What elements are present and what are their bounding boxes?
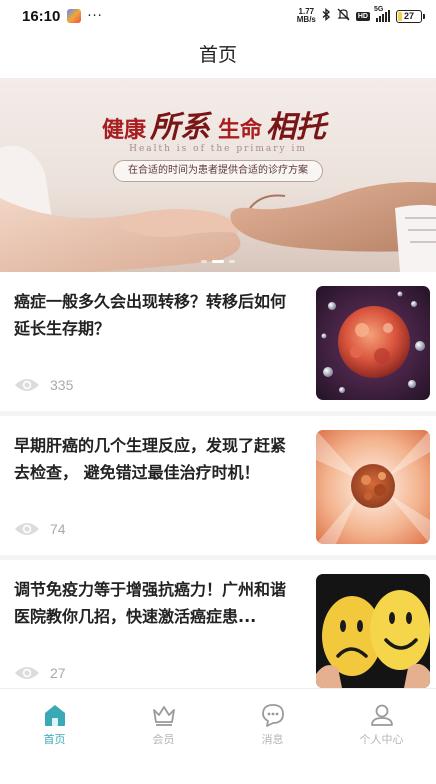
chat-bubble-icon	[261, 704, 284, 727]
mute-icon	[337, 8, 350, 24]
status-bar: 16:10 ··· 1.77 MB/s HD 5G 27	[0, 0, 436, 32]
carousel-indicator	[0, 260, 436, 263]
signal-5g-icon: 5G	[374, 6, 390, 22]
banner-carousel[interactable]: 健康 所系 生命 相托 Health is of the primary im 在合适…	[0, 78, 436, 272]
eye-icon	[15, 523, 39, 535]
battery-icon: 27	[396, 9, 425, 23]
eye-icon	[15, 379, 39, 391]
carousel-dot	[229, 260, 235, 263]
article-item[interactable]: 癌症一般多久会出现转移？转移后如何延长生存期？ 335	[0, 272, 436, 416]
tab-home[interactable]: 首页	[0, 689, 109, 784]
article-title: 调节免疫力等于增强抗癌力！广州和谐医院教你几招，快速激活癌症患...	[14, 580, 287, 626]
article-item[interactable]: 早期肝癌的几个生理反应，发现了赶紧去检查， 避免错过最佳治疗时机！ 74	[0, 416, 436, 560]
article-item[interactable]: 调节免疫力等于增强抗癌力！广州和谐医院教你几招，快速激活癌症患... 27	[0, 560, 436, 704]
view-count: 335	[50, 377, 74, 393]
article-list: 癌症一般多久会出现转移？转移后如何延长生存期？ 335 早期肝癌的几个生理反应，…	[0, 272, 436, 704]
tab-label: 首页	[43, 733, 66, 746]
bottom-tab-bar: 首页 会员 消息 个人中心	[0, 688, 436, 784]
article-stats: 335	[14, 377, 73, 393]
cancer-cell-image	[316, 286, 430, 400]
page-title: 首页	[198, 44, 237, 66]
more-notifications-icon: ···	[87, 8, 103, 24]
tab-messages[interactable]: 消息	[218, 689, 327, 784]
carousel-dot-active	[212, 260, 224, 263]
article-stats: 27	[14, 665, 66, 681]
tab-membership[interactable]: 会员	[109, 689, 218, 784]
carousel-dot	[201, 260, 207, 263]
banner-headline: 健康 所系 生命 相托	[101, 110, 327, 145]
status-indicators: 1.77 MB/s HD 5G 27	[296, 6, 425, 24]
tab-label: 消息	[261, 733, 284, 746]
article-title: 早期肝癌的几个生理反应，发现了赶紧去检查， 避免错过最佳治疗时机！	[14, 436, 287, 482]
tab-label: 会员	[152, 733, 175, 746]
view-count: 74	[50, 521, 66, 537]
crown-icon	[152, 706, 175, 726]
article-title: 癌症一般多久会出现转移？转移后如何延长生存期？	[14, 292, 287, 338]
eye-icon	[15, 667, 39, 679]
tab-profile[interactable]: 个人中心	[327, 689, 436, 784]
sad-happy-faces-image	[316, 574, 430, 688]
user-icon	[370, 704, 393, 726]
tumor-cell-image	[316, 430, 430, 544]
gallery-app-icon	[67, 9, 82, 23]
banner-tagline: 在合适的时间为患者提供合适的诊疗方案	[113, 160, 323, 182]
article-stats: 74	[14, 521, 66, 537]
bluetooth-icon	[322, 8, 331, 24]
home-icon	[44, 705, 65, 726]
network-speed: 1.77 MB/s	[296, 7, 316, 24]
hd-icon: HD	[355, 11, 370, 21]
battery-level: 27	[403, 11, 414, 21]
status-time: 16:10	[22, 7, 61, 25]
banner-subtitle: Health is of the primary im	[129, 144, 307, 154]
tab-label: 个人中心	[359, 733, 404, 746]
view-count: 27	[50, 665, 66, 681]
